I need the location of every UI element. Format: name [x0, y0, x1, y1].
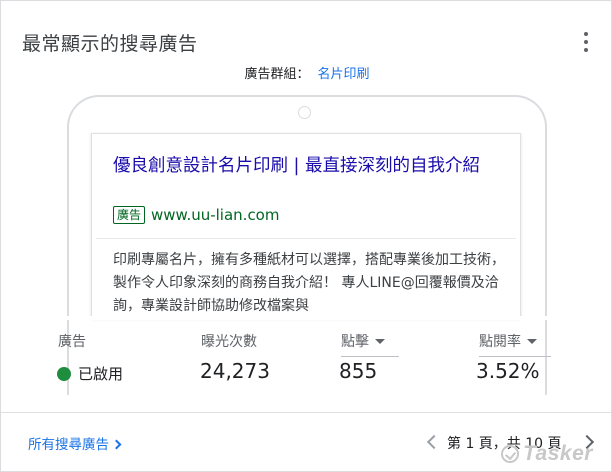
watermark-logo-icon	[501, 445, 519, 463]
chevron-right-icon	[111, 439, 122, 450]
ad-display-url: www.uu-lian.com	[151, 206, 280, 224]
ctr-value: 3.52%	[476, 359, 540, 383]
col-header-clicks-label: 點擊	[341, 334, 369, 350]
card-title: 最常顯示的搜尋廣告	[22, 33, 198, 55]
watermark-text: Tasker	[523, 442, 593, 465]
all-search-ads-link[interactable]: 所有搜尋廣告	[28, 433, 122, 453]
col-header-ctr[interactable]: 點閱率	[479, 331, 551, 357]
status-dot-icon	[57, 366, 71, 381]
watermark: Tasker	[501, 442, 593, 466]
more-vert-icon[interactable]	[579, 31, 593, 53]
sort-arrow-icon[interactable]	[527, 339, 537, 344]
all-search-ads-label: 所有搜尋廣告	[28, 437, 109, 453]
status-label: 已啟用	[78, 365, 124, 383]
col-header-impressions: 曝光次數	[201, 334, 257, 350]
ad-status: 已啟用	[57, 363, 123, 384]
clicks-value: 855	[339, 359, 378, 383]
ad-headline[interactable]: 優良創意設計名片印刷 | 最直接深刻的自我介紹	[113, 154, 508, 178]
ad-url-row: 廣告 www.uu-lian.com	[113, 206, 279, 224]
ad-divider	[96, 238, 516, 239]
footer-divider	[1, 412, 611, 413]
ad-group-row: 廣告群組： 名片印刷	[1, 63, 611, 82]
col-header-ad: 廣告	[58, 334, 86, 350]
top-search-ads-card: 最常顯示的搜尋廣告 廣告群組： 名片印刷 優良創意設計名片印刷 | 最直接深刻的自…	[0, 0, 612, 472]
ad-group-link[interactable]: 名片印刷	[318, 67, 370, 82]
ad-description: 印刷專屬名片，擁有多種紙材可以選擇，搭配專業後加工技術，製作令人印象深刻的商務自…	[113, 252, 505, 314]
chevron-left-icon[interactable]	[426, 434, 442, 450]
preview-cutoff	[1, 316, 611, 320]
col-header-ctr-label: 點閱率	[479, 334, 521, 350]
sort-arrow-icon[interactable]	[375, 339, 385, 344]
impressions-value: 24,273	[200, 359, 270, 383]
ad-preview: 優良創意設計名片印刷 | 最直接深刻的自我介紹 廣告 www.uu-lian.c…	[91, 133, 521, 318]
phone-camera-icon	[298, 106, 311, 119]
ad-badge: 廣告	[113, 206, 146, 224]
col-header-clicks[interactable]: 點擊	[341, 331, 399, 357]
ad-group-label: 廣告群組：	[244, 67, 310, 82]
